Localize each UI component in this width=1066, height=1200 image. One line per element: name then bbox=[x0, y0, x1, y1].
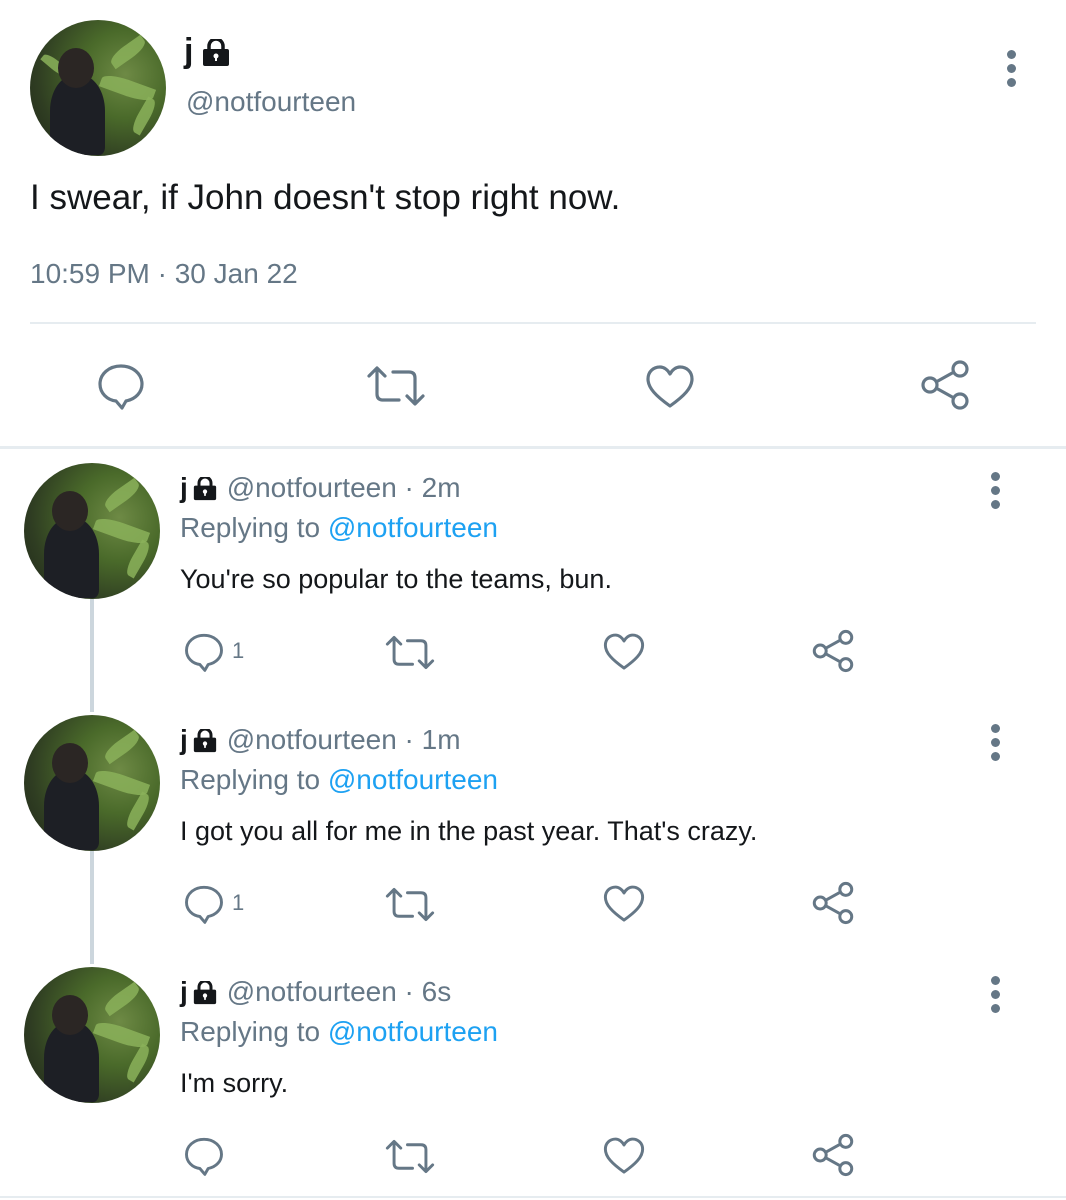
share-icon[interactable] bbox=[810, 628, 856, 674]
divider bbox=[30, 322, 1036, 324]
avatar[interactable] bbox=[30, 20, 166, 156]
tweet-timestamp[interactable]: 10:59 PM · 30 Jan 22 bbox=[30, 258, 298, 290]
like-icon[interactable] bbox=[602, 632, 646, 672]
replying-to: Replying to @notfourteen bbox=[180, 764, 498, 796]
replying-to-label: Replying to bbox=[180, 764, 321, 795]
relative-time: 1m bbox=[421, 724, 461, 755]
reply-icon[interactable] bbox=[96, 362, 146, 410]
display-name[interactable]: j bbox=[180, 472, 188, 503]
replying-to: Replying to @notfourteen bbox=[180, 512, 498, 544]
replying-to-label: Replying to bbox=[180, 1016, 321, 1047]
avatar[interactable] bbox=[24, 967, 160, 1103]
share-icon[interactable] bbox=[918, 358, 972, 412]
divider bbox=[0, 446, 1066, 449]
retweet-icon[interactable] bbox=[384, 634, 436, 671]
reply-text: I'm sorry. bbox=[180, 1068, 289, 1098]
reply-icon[interactable] bbox=[183, 1136, 225, 1176]
reply-icon[interactable] bbox=[183, 884, 225, 924]
more-options-icon[interactable] bbox=[991, 724, 1001, 766]
retweet-icon[interactable] bbox=[384, 1138, 436, 1175]
like-icon[interactable] bbox=[602, 1136, 646, 1176]
retweet-icon[interactable] bbox=[384, 886, 436, 923]
replying-to: Replying to @notfourteen bbox=[180, 1016, 498, 1048]
reply-text: I got you all for me in the past year. T… bbox=[180, 816, 758, 846]
reply-icon[interactable] bbox=[183, 632, 225, 672]
avatar[interactable] bbox=[24, 463, 160, 599]
lock-icon bbox=[202, 38, 229, 66]
share-icon[interactable] bbox=[810, 880, 856, 926]
divider bbox=[0, 1196, 1066, 1198]
reply-count: 1 bbox=[232, 890, 245, 915]
handle[interactable]: @notfourteen bbox=[227, 976, 397, 1007]
retweet-icon[interactable] bbox=[365, 364, 427, 408]
more-options-icon[interactable] bbox=[991, 472, 1001, 514]
relative-time: 2m bbox=[421, 472, 461, 503]
reply-header: j @notfourteen · 2m bbox=[180, 472, 461, 503]
mention-link[interactable]: @notfourteen bbox=[328, 1016, 498, 1047]
thread-line bbox=[90, 598, 94, 712]
lock-icon bbox=[194, 476, 217, 500]
avatar[interactable] bbox=[24, 715, 160, 851]
handle[interactable]: @notfourteen bbox=[186, 86, 356, 118]
reply-header: j @notfourteen · 1m bbox=[180, 724, 461, 755]
mention-link[interactable]: @notfourteen bbox=[328, 512, 498, 543]
display-name-row: j bbox=[184, 32, 231, 71]
handle[interactable]: @notfourteen bbox=[227, 724, 397, 755]
reply-count: 1 bbox=[232, 638, 245, 663]
mention-link[interactable]: @notfourteen bbox=[328, 764, 498, 795]
more-options-icon[interactable] bbox=[991, 976, 1001, 1018]
handle[interactable]: @notfourteen bbox=[227, 472, 397, 503]
thread-line bbox=[90, 850, 94, 964]
reply-header: j @notfourteen · 6s bbox=[180, 976, 452, 1007]
lock-icon bbox=[194, 728, 217, 752]
replying-to-label: Replying to bbox=[180, 512, 321, 543]
like-icon[interactable] bbox=[644, 364, 696, 410]
reply-text: You're so popular to the teams, bun. bbox=[180, 564, 612, 594]
like-icon[interactable] bbox=[602, 884, 646, 924]
display-name[interactable]: j bbox=[184, 32, 193, 70]
more-options-icon[interactable] bbox=[1007, 50, 1017, 92]
display-name[interactable]: j bbox=[180, 976, 188, 1007]
share-icon[interactable] bbox=[810, 1132, 856, 1178]
display-name[interactable]: j bbox=[180, 724, 188, 755]
tweet-text: I swear, if John doesn't stop right now. bbox=[30, 178, 621, 217]
relative-time: 6s bbox=[421, 976, 452, 1007]
lock-icon bbox=[194, 980, 217, 1004]
